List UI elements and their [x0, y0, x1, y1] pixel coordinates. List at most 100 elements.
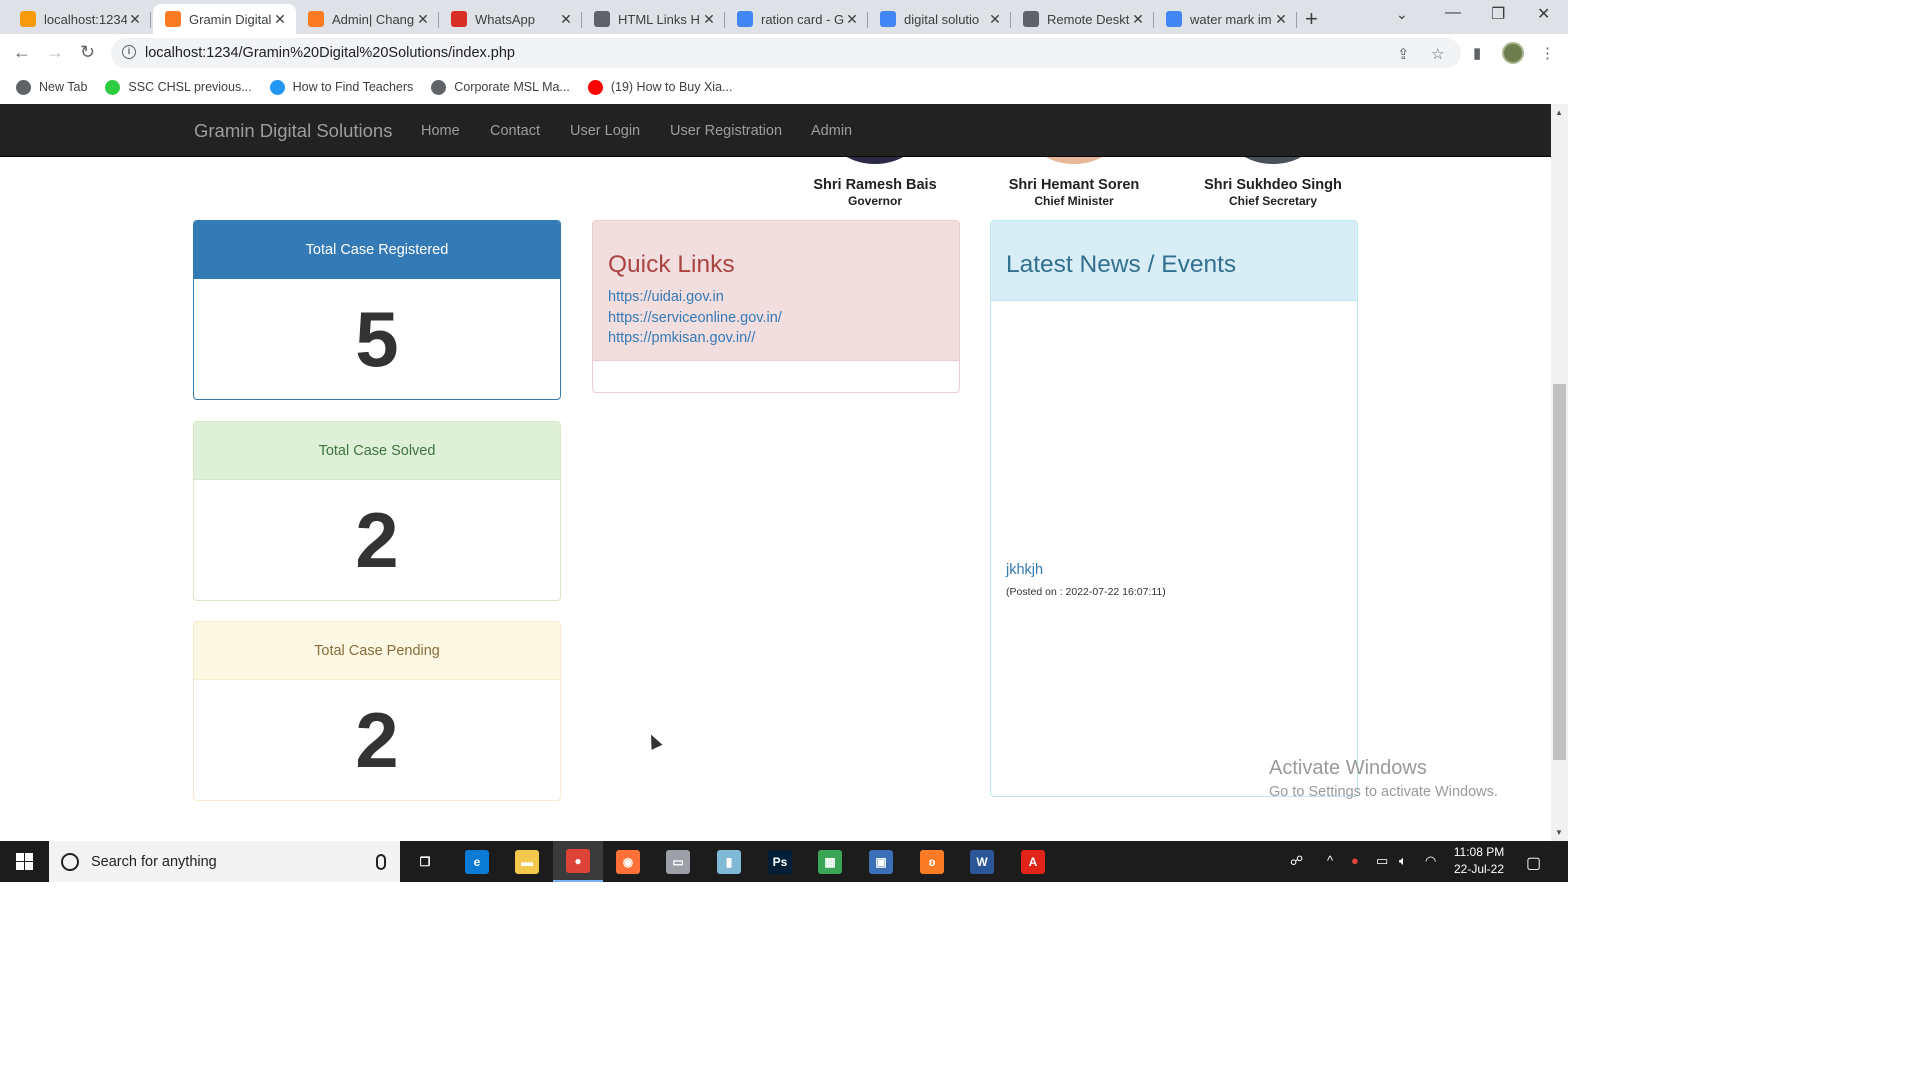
official-role: Chief Secretary	[1228, 194, 1318, 208]
browser-tab[interactable]: ration card - G ✕	[725, 4, 868, 34]
quick-link[interactable]: https://serviceonline.gov.in/	[608, 308, 944, 329]
battery-icon[interactable]: ▭	[1376, 853, 1388, 869]
restore-icon[interactable]: ❐	[1491, 4, 1505, 24]
nav-contact[interactable]: Contact	[490, 123, 540, 139]
tab-close-icon[interactable]: ✕	[1130, 11, 1146, 28]
news-item-link[interactable]: jkhkjh	[1006, 562, 1043, 578]
globe-icon	[16, 79, 31, 95]
official-name: Shri Hemant Soren	[1008, 177, 1140, 193]
xampp-icon	[308, 11, 324, 27]
menu-icon[interactable]: ⋮	[1540, 44, 1555, 62]
bookmark-item[interactable]: New Tab	[16, 79, 88, 95]
google-icon	[880, 11, 896, 27]
site-brand[interactable]: Gramin Digital Solutions	[194, 120, 392, 142]
taskbar-app[interactable]: Ps	[755, 841, 805, 882]
news-panel: Latest News / Events jkhkjh (Posted on :…	[990, 220, 1358, 797]
bookmarks-bar: New Tab SSC CHSL previous... How to Find T…	[0, 72, 1568, 102]
wifi-icon[interactable]: ◠	[1425, 853, 1436, 869]
tab-separator	[150, 12, 151, 28]
tab-title: localhost:1234	[44, 11, 127, 27]
taskbar-search[interactable]: Search for anything	[49, 841, 400, 882]
browser-tab[interactable]: WhatsApp ✕	[439, 4, 582, 34]
bookmark-item[interactable]: SSC CHSL previous...	[105, 79, 252, 95]
tab-close-icon[interactable]: ✕	[558, 11, 574, 28]
tab-strip: + ⌄ — ❐ ✕ localhost:1234 ✕ Gramin Digital ✕…	[0, 0, 1568, 34]
tab-close-icon[interactable]: ✕	[844, 11, 860, 28]
quick-link[interactable]: https://pmkisan.gov.in//	[608, 328, 944, 349]
scanner-icon: ▭	[666, 849, 690, 874]
taskbar-app[interactable]: ▭	[653, 841, 703, 882]
nav-home[interactable]: Home	[421, 123, 460, 139]
browser-tab[interactable]: Gramin Digital ✕	[153, 4, 296, 34]
forward-icon[interactable]: →	[46, 42, 64, 63]
tab-close-icon[interactable]: ✕	[987, 11, 1003, 28]
browser-tab[interactable]: HTML Links H ✕	[582, 4, 725, 34]
bookmark-star-icon[interactable]: ☆	[1431, 45, 1444, 63]
taskbar-app[interactable]: ❐	[400, 841, 450, 882]
taskbar-app[interactable]: e	[452, 841, 502, 882]
tab-search-chevron-icon[interactable]: ⌄	[1396, 6, 1408, 23]
taskbar-app[interactable]: ▣	[856, 841, 906, 882]
people-icon[interactable]: ☍	[1290, 853, 1303, 869]
page-scrollbar[interactable]: ▲ ▼	[1551, 104, 1568, 841]
tab-close-icon[interactable]: ✕	[1273, 11, 1289, 28]
stat-value: 2	[355, 495, 399, 584]
browser-toolbar: ← → ↻ i localhost:1234/Gramin%20Digital%…	[0, 34, 1568, 72]
chrome-tray-icon[interactable]: ●	[1351, 853, 1359, 868]
browser-tab[interactable]: localhost:1234 ✕	[8, 4, 151, 34]
close-window-icon[interactable]: ✕	[1537, 4, 1550, 24]
back-icon[interactable]: ←	[13, 42, 31, 63]
minimize-icon[interactable]: —	[1445, 4, 1461, 22]
taskbar-search-placeholder[interactable]: Search for anything	[91, 854, 376, 870]
taskbar-app[interactable]: ▮	[704, 841, 754, 882]
quick-links-panel: Quick Links https://uidai.gov.in https:/…	[592, 220, 960, 393]
bookmark-item[interactable]: Corporate MSL Ma...	[431, 79, 570, 95]
notifications-icon[interactable]: ▢	[1526, 853, 1541, 873]
bookmark-item[interactable]: How to Find Teachers	[269, 79, 413, 95]
taskbar-app[interactable]: W	[957, 841, 1007, 882]
tab-close-icon[interactable]: ✕	[127, 11, 143, 28]
mouse-cursor-icon	[645, 732, 663, 750]
start-button[interactable]	[0, 841, 49, 882]
tray-chevron-icon[interactable]: ^	[1327, 853, 1333, 868]
browser-tab[interactable]: digital solutio ✕	[868, 4, 1011, 34]
quick-link[interactable]: https://uidai.gov.in	[608, 287, 944, 308]
stat-heading: Total Case Solved	[194, 422, 560, 480]
taskbar-app[interactable]: ●	[553, 841, 603, 882]
taskbar-app[interactable]: ʚ	[907, 841, 957, 882]
url-text[interactable]: localhost:1234/Gramin%20Digital%20Soluti…	[145, 45, 515, 61]
taskbar-clock[interactable]: 11:08 PM 22-Jul-22	[1444, 844, 1514, 878]
youtube-icon	[587, 79, 603, 95]
nav-user-registration[interactable]: User Registration	[670, 123, 782, 139]
tab-close-icon[interactable]: ✕	[701, 11, 717, 28]
browser-tab[interactable]: water mark im ✕	[1154, 4, 1297, 34]
nav-admin[interactable]: Admin	[811, 123, 852, 139]
side-panel-icon[interactable]: ▮	[1473, 44, 1481, 62]
scroll-up-icon[interactable]: ▲	[1555, 108, 1563, 117]
taskbar-app[interactable]: ▦	[805, 841, 855, 882]
taskbar-app[interactable]: ▬	[502, 841, 552, 882]
share-icon[interactable]: ⇪	[1397, 45, 1410, 63]
pma-icon	[20, 11, 36, 27]
scrollbar-thumb[interactable]	[1553, 384, 1566, 760]
site-info-icon[interactable]: i	[122, 45, 136, 59]
remote-desktop-icon: ▣	[869, 849, 893, 874]
bookmark-item[interactable]: (19) How to Buy Xia...	[587, 79, 732, 95]
browser-tab[interactable]: Remote Deskt ✕	[1011, 4, 1154, 34]
scroll-down-icon[interactable]: ▼	[1555, 828, 1563, 837]
bookmark-label: New Tab	[39, 80, 88, 94]
tab-close-icon[interactable]: ✕	[272, 11, 288, 28]
tab-close-icon[interactable]: ✕	[415, 11, 431, 28]
profile-avatar[interactable]	[1502, 42, 1524, 64]
taskbar-app[interactable]: A	[1008, 841, 1058, 882]
nav-user-login[interactable]: User Login	[570, 123, 640, 139]
microphone-icon[interactable]	[376, 853, 386, 870]
browser-tab[interactable]: Admin| Chang ✕	[296, 4, 439, 34]
reload-icon[interactable]: ↻	[80, 42, 95, 63]
spreadsheet-icon: ▦	[818, 849, 842, 874]
new-tab-button[interactable]: +	[1305, 6, 1318, 32]
address-bar[interactable]: i localhost:1234/Gramin%20Digital%20Solu…	[111, 38, 1461, 68]
taskbar-app[interactable]: ◉	[603, 841, 653, 882]
bookmark-label: Corporate MSL Ma...	[454, 80, 570, 94]
volume-icon[interactable]: 🔈︎	[1399, 853, 1407, 869]
